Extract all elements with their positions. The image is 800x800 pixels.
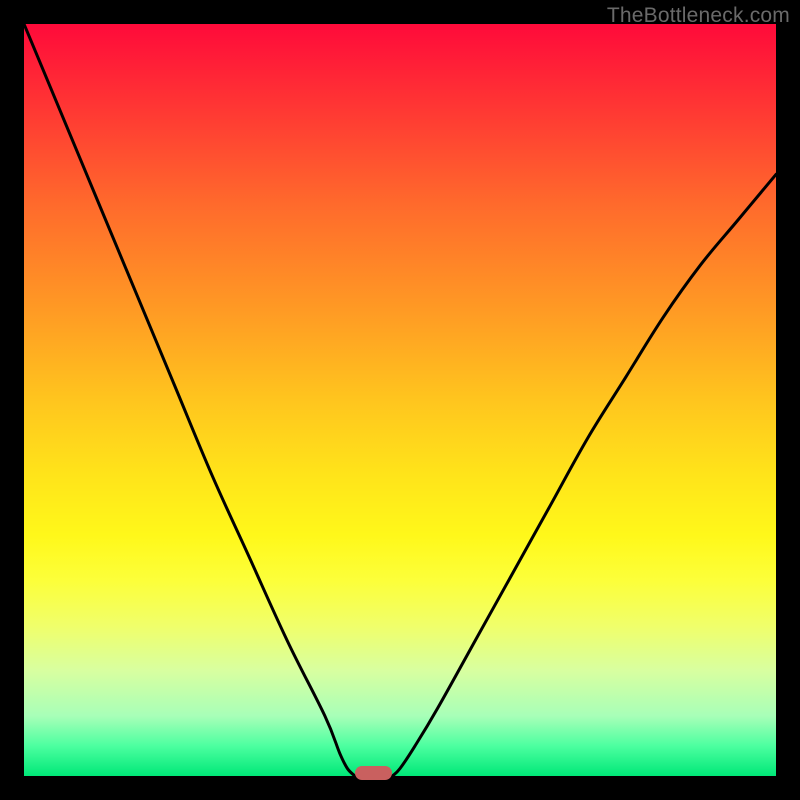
- right-curve: [393, 174, 777, 776]
- left-curve: [24, 24, 355, 776]
- plot-area: [24, 24, 776, 776]
- reference-marker: [355, 766, 393, 780]
- curve-layer: [24, 24, 776, 776]
- watermark-text: TheBottleneck.com: [607, 4, 790, 28]
